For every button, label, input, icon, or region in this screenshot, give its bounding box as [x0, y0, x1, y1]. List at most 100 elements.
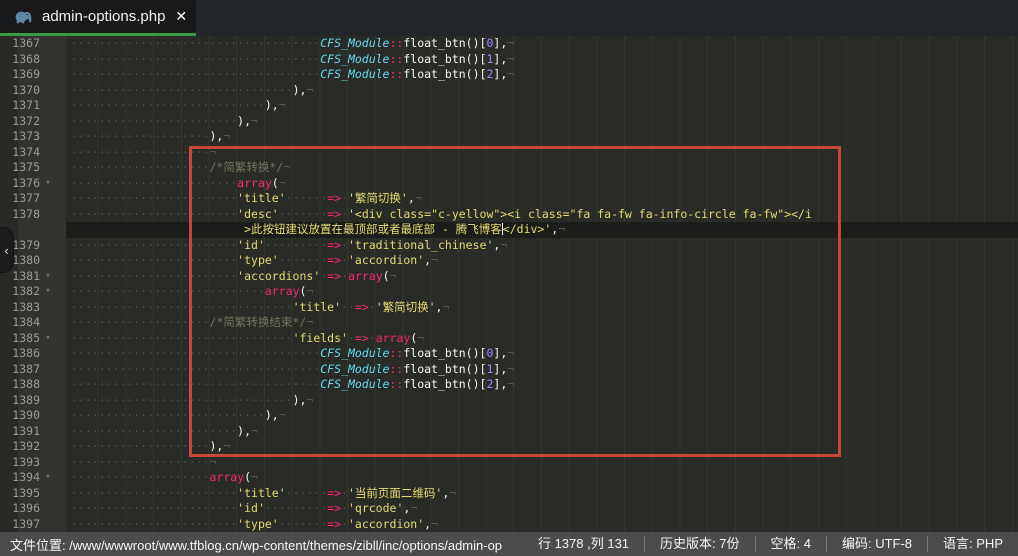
- fold-arrow-icon[interactable]: ▾: [40, 284, 56, 300]
- code-token: =>: [327, 501, 341, 515]
- code-line[interactable]: 1371····························),¬: [0, 98, 1018, 114]
- code-token: array: [348, 269, 383, 283]
- code-line[interactable]: 1367····································…: [0, 36, 1018, 52]
- code-line[interactable]: 1396························'id'········…: [0, 501, 1018, 517]
- fold-arrow-icon[interactable]: ▾: [40, 331, 56, 347]
- code-token: ¬: [417, 331, 424, 345]
- fold-arrow-icon[interactable]: ▾: [40, 470, 56, 486]
- code-token: 'desc': [237, 207, 279, 221]
- code-line[interactable]: 1383································'tit…: [0, 300, 1018, 316]
- fold-arrow-icon[interactable]: ▾: [40, 269, 56, 285]
- code-line[interactable]: 1392····················),¬: [0, 439, 1018, 455]
- code-line-text: ····························),¬: [66, 98, 1018, 114]
- gutter: 1368: [0, 52, 66, 68]
- code-token: ·: [369, 300, 376, 314]
- code-token: ],: [493, 377, 507, 391]
- line-number: 1378: [0, 207, 40, 223]
- code-token: CFS_Module: [320, 362, 389, 376]
- code-token: ····································: [71, 362, 320, 376]
- code-line[interactable]: >此按钮建议放置在最顶部或者最底部 - 腾飞博客</div>',¬: [0, 222, 1018, 238]
- chevron-left-icon: ‹: [4, 243, 8, 258]
- code-line[interactable]: 1372 ························),¬: [0, 114, 1018, 130]
- code-token: ),: [237, 114, 251, 128]
- code-token: ····················: [71, 315, 209, 329]
- cursor-position: 行 1378 ,列 131: [523, 536, 644, 552]
- code-token: ¬: [306, 83, 313, 97]
- code-line[interactable]: 1386····································…: [0, 346, 1018, 362]
- code-line[interactable]: 1374····················¬: [0, 145, 1018, 161]
- code-token: ,: [408, 191, 415, 205]
- code-line[interactable]: 1391························),¬: [0, 424, 1018, 440]
- history-versions[interactable]: 历史版本: 7份: [644, 536, 754, 552]
- gutter: 1397: [0, 517, 66, 533]
- code-token: ),: [293, 83, 307, 97]
- gutter: 1374: [0, 145, 66, 161]
- tab-admin-options[interactable]: admin-options.php ✕: [0, 0, 196, 36]
- code-line[interactable]: 1380························'type'······…: [0, 253, 1018, 269]
- code-token: float_btn()[: [403, 67, 486, 81]
- language-mode[interactable]: 语言: PHP: [927, 536, 1018, 552]
- encoding[interactable]: 编码: UTF-8: [826, 536, 927, 552]
- gutter: 1372: [0, 114, 66, 130]
- code-token: ························: [71, 238, 237, 252]
- panel-collapse-handle[interactable]: ‹: [0, 228, 13, 272]
- code-token: ¬: [415, 191, 422, 205]
- code-line[interactable]: 1373····················),¬: [0, 129, 1018, 145]
- code-line[interactable]: 1394▾····················array(¬: [0, 470, 1018, 486]
- code-line[interactable]: 1395························'title'·····…: [0, 486, 1018, 502]
- code-line[interactable]: 1388····································…: [0, 377, 1018, 393]
- code-token: ····················: [71, 160, 209, 174]
- code-line[interactable]: 1389································),¬: [0, 393, 1018, 409]
- code-line-text: ····················),¬: [66, 129, 1018, 145]
- code-line[interactable]: 1378························'desc'······…: [0, 207, 1018, 223]
- code-line[interactable]: 1381▾························'accordions…: [0, 269, 1018, 285]
- code-token: ································: [71, 331, 293, 345]
- code-token: float_btn()[: [403, 377, 486, 391]
- code-line-text: ························),¬: [66, 114, 1018, 130]
- code-line[interactable]: 1368 ····································…: [0, 52, 1018, 68]
- code-line[interactable]: 1369····································…: [0, 67, 1018, 83]
- code-token: ·: [348, 331, 355, 345]
- code-token: ·: [341, 238, 348, 252]
- code-token: array: [265, 284, 300, 298]
- fold-arrow-icon[interactable]: ▾: [40, 176, 56, 192]
- line-number: 1393: [0, 455, 40, 471]
- code-line-text: ····················),¬: [66, 439, 1018, 455]
- code-line[interactable]: 1377························'title'·····…: [0, 191, 1018, 207]
- code-line-text: ····························),¬: [66, 408, 1018, 424]
- code-line-text: ····································CFS_…: [66, 52, 1018, 68]
- code-line[interactable]: 1385▾································'fi…: [0, 331, 1018, 347]
- code-line[interactable]: 1376▾························array(¬: [0, 176, 1018, 192]
- code-token: ································: [71, 393, 293, 407]
- code-line[interactable]: 1393····················¬: [0, 455, 1018, 471]
- code-token: ¬: [442, 300, 449, 314]
- code-line[interactable]: 1375····················/*简繁转换*/¬: [0, 160, 1018, 176]
- code-line[interactable]: 1387 ····································…: [0, 362, 1018, 378]
- code-line[interactable]: 1397························'type'······…: [0, 517, 1018, 533]
- code-token: 'type': [237, 253, 279, 267]
- line-number: 1368: [0, 52, 40, 68]
- code-line[interactable]: 1384····················/*简繁转换结束*/¬: [0, 315, 1018, 331]
- code-token: ¬: [251, 424, 258, 438]
- code-token: ························: [71, 114, 237, 128]
- indent-spaces[interactable]: 空格: 4: [755, 536, 826, 552]
- code-line-text: ································'fields'…: [66, 331, 1018, 347]
- code-token: ],: [493, 52, 507, 66]
- tab-close-icon[interactable]: ✕: [175, 8, 187, 25]
- gutter: 1370: [0, 83, 66, 99]
- code-token: float_btn()[: [403, 346, 486, 360]
- code-line-text: ····················/*简繁转换结束*/¬: [66, 315, 1018, 331]
- code-line[interactable]: 1382▾····························array(¬: [0, 284, 1018, 300]
- line-number: 1372: [0, 114, 40, 130]
- code-line[interactable]: 1370································),¬: [0, 83, 1018, 99]
- code-line[interactable]: 1390····························),¬: [0, 408, 1018, 424]
- code-token: ································: [71, 300, 293, 314]
- code-line[interactable]: 1379························'id'········…: [0, 238, 1018, 254]
- code-token: ····························: [71, 284, 265, 298]
- gutter: 1387: [0, 362, 66, 378]
- line-number: 1370: [0, 83, 40, 99]
- code-editor[interactable]: 1367····································…: [0, 36, 1018, 532]
- code-line-text: ····································CFS_…: [66, 346, 1018, 362]
- gutter: 1369: [0, 67, 66, 83]
- code-token: '<div class="c-yellow"><i class="fa fa-f…: [348, 207, 812, 221]
